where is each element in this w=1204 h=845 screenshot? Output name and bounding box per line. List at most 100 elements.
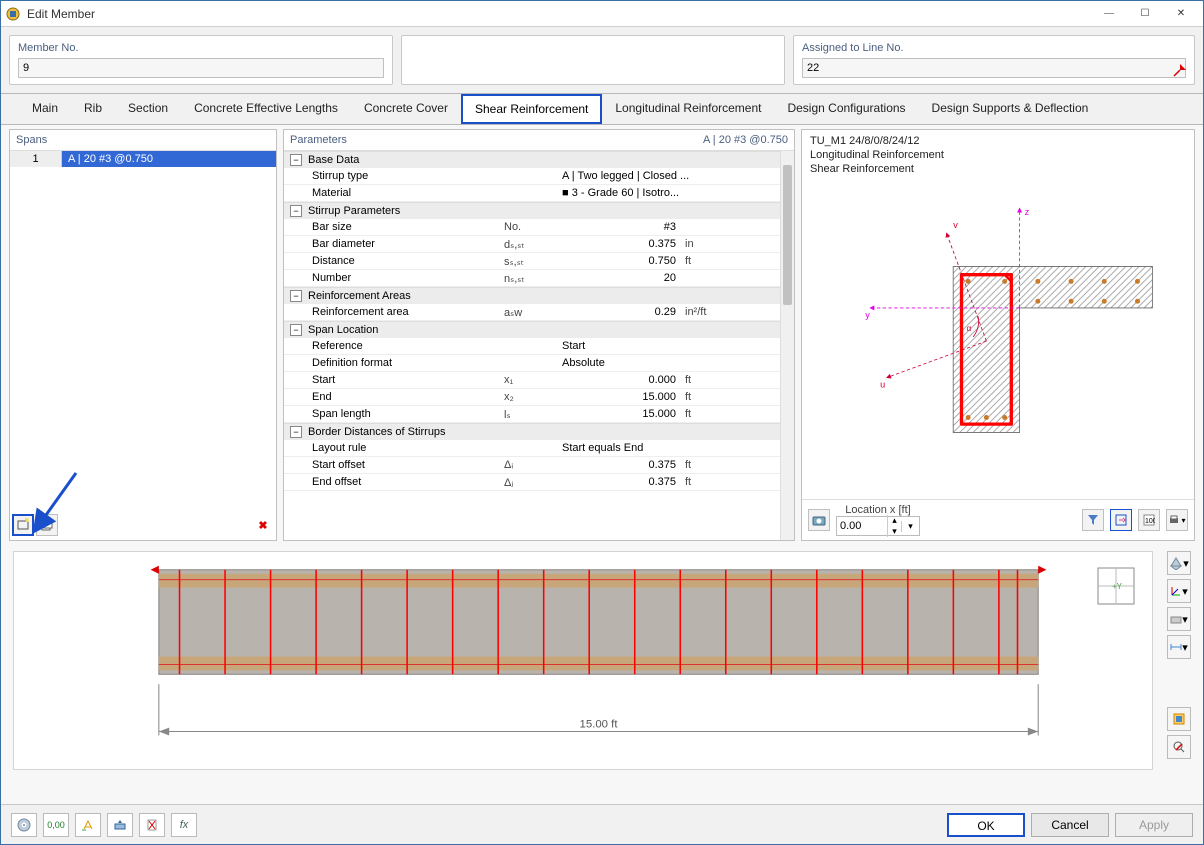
new-span-button[interactable] — [12, 514, 34, 536]
fx-button[interactable]: fx — [171, 813, 197, 837]
scale-button[interactable]: 100 — [1138, 509, 1160, 531]
tab-design-supports-deflection[interactable]: Design Supports & Deflection — [919, 94, 1102, 124]
tab-rib[interactable]: Rib — [71, 94, 115, 124]
spans-row[interactable]: 1 A | 20 #3 @0.750 — [10, 151, 276, 167]
param-group[interactable]: −Border Distances of Stirrups — [284, 423, 794, 440]
collapse-icon[interactable]: − — [290, 205, 302, 217]
param-row[interactable]: Layout ruleStart equals End — [284, 440, 794, 457]
location-x-down[interactable]: ▾ — [887, 526, 901, 537]
ok-button[interactable]: OK — [947, 813, 1025, 837]
tab-longitudinal-reinforcement[interactable]: Longitudinal Reinforcement — [602, 94, 774, 124]
dimension-toggle-button[interactable]: ▾ — [1167, 635, 1191, 659]
tab-section[interactable]: Section — [115, 94, 181, 124]
param-value: 0.29 — [562, 306, 682, 318]
param-symbol: x₂ — [504, 391, 562, 403]
param-value: 0.375 — [562, 476, 682, 488]
titlebar: Edit Member — ☐ ✕ — [1, 1, 1203, 27]
param-value: Absolute — [562, 357, 732, 369]
param-value: ■ 3 - Grade 60 | Isotro... — [562, 187, 732, 199]
param-row[interactable]: Endx₂15.000ft — [284, 389, 794, 406]
filter-button[interactable] — [1082, 509, 1104, 531]
tab-shear-reinforcement[interactable]: Shear Reinforcement — [461, 94, 602, 124]
cross-section-line2: Longitudinal Reinforcement — [810, 148, 1186, 162]
parameters-scrollbar[interactable] — [780, 151, 794, 540]
param-value: Start — [562, 340, 732, 352]
header-fields: Member No. Assigned to Line No. — [1, 27, 1203, 94]
collapse-icon[interactable]: − — [290, 154, 302, 166]
param-group[interactable]: −Span Location — [284, 321, 794, 338]
param-value: #3 — [562, 221, 682, 233]
fill-toggle-button[interactable]: ▾ — [1167, 607, 1191, 631]
param-row[interactable]: Bar diameterdₛ,ₛₜ0.375in — [284, 236, 794, 253]
param-row[interactable]: Stirrup typeA | Two legged | Closed ... — [284, 168, 794, 185]
param-row[interactable]: End offsetΔⱼ0.375ft — [284, 474, 794, 491]
clear-button[interactable] — [139, 813, 165, 837]
param-key: Definition format — [284, 355, 504, 371]
view-mode-button[interactable]: ▾ — [1167, 551, 1191, 575]
cross-section-meta: TU_M1 24/8/0/8/24/12 Longitudinal Reinfo… — [802, 130, 1194, 180]
param-symbol: aₛw — [504, 306, 562, 319]
param-row[interactable]: Definition format Absolute — [284, 355, 794, 372]
svg-text:y: y — [865, 310, 870, 320]
param-row[interactable]: Reference Start — [284, 338, 794, 355]
minimize-button[interactable]: — — [1091, 2, 1127, 26]
param-key: Reference — [284, 338, 504, 354]
assigned-line-input[interactable] — [802, 58, 1186, 78]
pick-line-icon[interactable] — [1172, 62, 1188, 78]
axes-toggle-button[interactable]: ▾ — [1167, 579, 1191, 603]
member-no-input[interactable] — [18, 58, 384, 78]
svg-text:α: α — [966, 323, 971, 333]
delete-span-button[interactable]: ✖ — [252, 514, 274, 536]
spans-list[interactable]: 1 A | 20 #3 @0.750 — [10, 151, 276, 510]
param-row[interactable]: Reinforcement areaaₛw0.29in²/ft — [284, 304, 794, 321]
param-row[interactable]: Span lengthlₛ15.000ft — [284, 406, 794, 423]
param-row[interactable]: Bar sizeNo.#3 — [284, 219, 794, 236]
param-key: Material — [284, 185, 504, 201]
param-group[interactable]: −Stirrup Parameters — [284, 202, 794, 219]
tab-design-configurations[interactable]: Design Configurations — [774, 94, 918, 124]
param-group[interactable]: −Reinforcement Areas — [284, 287, 794, 304]
param-key: Start — [284, 372, 504, 388]
settings-view-button[interactable] — [1167, 707, 1191, 731]
help-button[interactable] — [11, 813, 37, 837]
span-text: A | 20 #3 @0.750 — [62, 151, 276, 167]
units-button[interactable]: 0,00 — [43, 813, 69, 837]
symmetry-button[interactable] — [107, 813, 133, 837]
tab-concrete-effective-lengths[interactable]: Concrete Effective Lengths — [181, 94, 351, 124]
collapse-icon[interactable]: − — [290, 324, 302, 336]
param-group[interactable]: −Base Data — [284, 151, 794, 168]
location-x-input[interactable] — [837, 520, 887, 532]
sync-view-button[interactable] — [1110, 509, 1132, 531]
highlight-button[interactable] — [75, 813, 101, 837]
parameters-grid[interactable]: −Base DataStirrup typeA | Two legged | C… — [284, 151, 794, 540]
param-row[interactable]: Start offsetΔᵢ0.375ft — [284, 457, 794, 474]
param-symbol: lₛ — [504, 408, 562, 421]
param-unit: ft — [682, 391, 732, 403]
location-x-dropdown[interactable]: ▾ — [901, 521, 919, 532]
location-x-spinner[interactable]: ▴ ▾ ▾ — [836, 516, 920, 536]
maximize-button[interactable]: ☐ — [1127, 2, 1163, 26]
param-row[interactable]: Startx₁0.000ft — [284, 372, 794, 389]
tab-main[interactable]: Main — [19, 94, 71, 124]
param-row[interactable]: Numbernₛ,ₛₜ20 — [284, 270, 794, 287]
param-key: Layout rule — [284, 440, 504, 456]
param-row[interactable]: Material ■ 3 - Grade 60 | Isotro... — [284, 185, 794, 202]
view-cube[interactable]: +Y — [1092, 562, 1140, 613]
collapse-icon[interactable]: − — [290, 290, 302, 302]
location-x-up[interactable]: ▴ — [887, 515, 901, 526]
beam-elevation-view[interactable]: 15.00 ft +Y — [13, 551, 1153, 770]
param-row[interactable]: Distancesₛ,ₛₜ0.750ft — [284, 253, 794, 270]
snapshot-button[interactable] — [808, 509, 830, 531]
close-button[interactable]: ✕ — [1163, 2, 1199, 26]
member-no-label: Member No. — [18, 42, 384, 54]
param-key: Distance — [284, 253, 504, 269]
copy-span-button[interactable] — [36, 514, 58, 536]
tab-concrete-cover[interactable]: Concrete Cover — [351, 94, 461, 124]
spans-header: Spans — [10, 130, 276, 151]
apply-button[interactable]: Apply — [1115, 813, 1193, 837]
collapse-icon[interactable]: − — [290, 426, 302, 438]
cancel-button[interactable]: Cancel — [1031, 813, 1109, 837]
print-button[interactable]: ▾ — [1166, 509, 1188, 531]
scrollbar-thumb[interactable] — [783, 165, 792, 305]
zoom-reset-button[interactable] — [1167, 735, 1191, 759]
